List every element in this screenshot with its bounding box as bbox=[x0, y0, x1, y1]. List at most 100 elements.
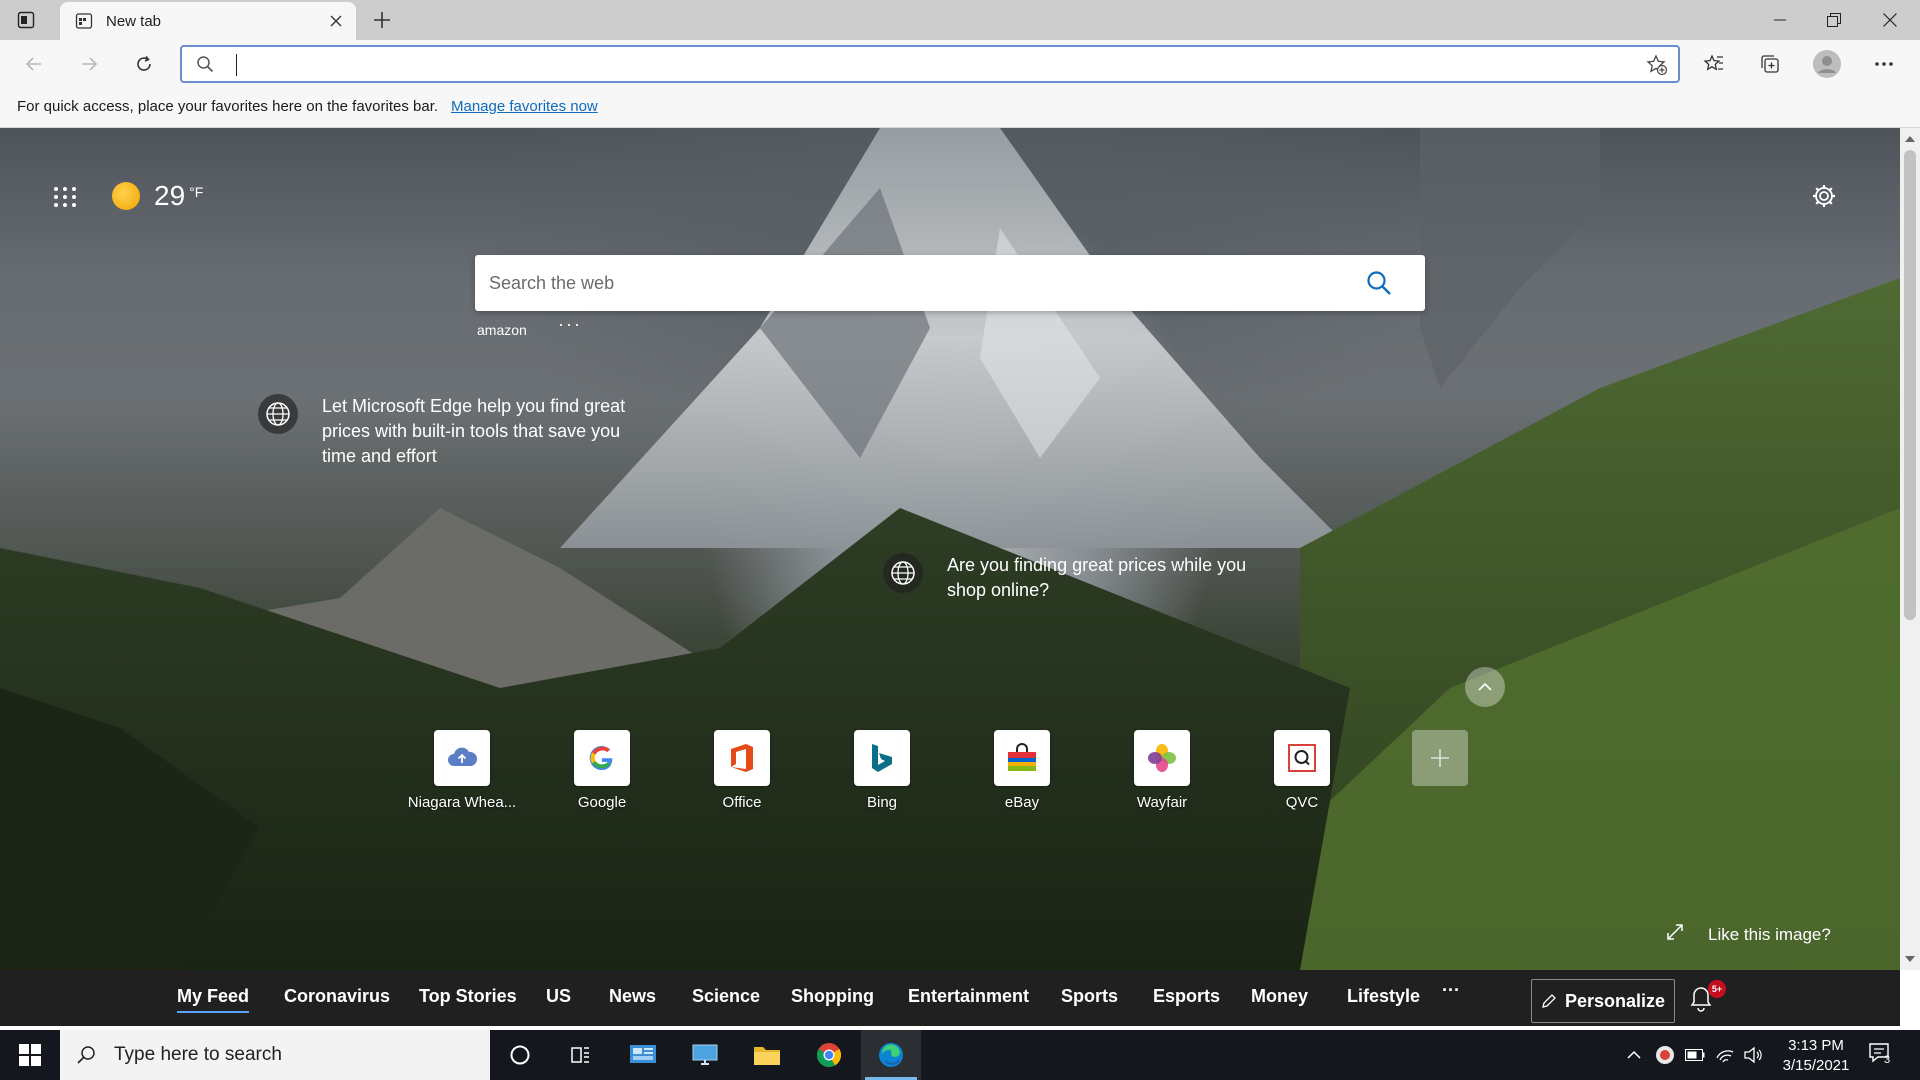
action-center-icon[interactable]: 3 bbox=[1868, 1042, 1898, 1068]
personalize-button[interactable]: Personalize bbox=[1531, 979, 1675, 1023]
quick-link-name: Google bbox=[577, 794, 627, 811]
quick-link-tile[interactable]: eBay bbox=[967, 730, 1077, 811]
feed-tab-coronavirus[interactable]: Coronavirus bbox=[284, 986, 390, 1007]
apps-launcher-icon[interactable] bbox=[50, 182, 80, 212]
taskbar-search-box[interactable]: Type here to search bbox=[60, 1030, 490, 1080]
web-search-box[interactable] bbox=[475, 255, 1425, 311]
page-scrollbar[interactable] bbox=[1900, 128, 1920, 970]
web-search-magnifier-icon[interactable] bbox=[1365, 269, 1393, 302]
feed-tab-entertainment[interactable]: Entertainment bbox=[908, 986, 1029, 1007]
tab-title: New tab bbox=[106, 12, 162, 30]
web-search-input[interactable] bbox=[489, 269, 1289, 297]
temperature-value: 29 bbox=[154, 180, 186, 211]
file-explorer-icon[interactable] bbox=[737, 1030, 797, 1080]
collapse-chevron-up-icon[interactable] bbox=[1465, 667, 1505, 707]
feed-tab-top-stories[interactable]: Top Stories bbox=[419, 986, 517, 1007]
taskbar-search-icon bbox=[77, 1046, 95, 1064]
add-favorite-star-icon[interactable] bbox=[1646, 54, 1668, 81]
manage-favorites-link[interactable]: Manage favorites now bbox=[451, 98, 598, 115]
wifi-icon[interactable] bbox=[1714, 1044, 1736, 1066]
qvc-icon bbox=[1274, 730, 1330, 786]
profile-avatar-icon[interactable] bbox=[1811, 48, 1843, 80]
tab-new-tab[interactable]: New tab bbox=[60, 2, 356, 40]
page-settings-gear-icon[interactable] bbox=[1808, 180, 1840, 212]
ebay-icon bbox=[994, 730, 1050, 786]
like-this-image-button[interactable]: Like this image? bbox=[1666, 923, 1831, 946]
globe-icon bbox=[258, 394, 298, 434]
edge-icon[interactable] bbox=[861, 1030, 921, 1080]
tray-app-icon[interactable] bbox=[1654, 1044, 1676, 1066]
feed-tab-science[interactable]: Science bbox=[692, 986, 760, 1007]
battery-icon[interactable] bbox=[1684, 1044, 1706, 1066]
chrome-icon[interactable] bbox=[799, 1030, 859, 1080]
scroll-up-arrow-icon[interactable] bbox=[1905, 136, 1915, 142]
scroll-down-arrow-icon[interactable] bbox=[1905, 956, 1915, 962]
sunny-weather-icon bbox=[112, 182, 140, 210]
feed-tab-money[interactable]: Money bbox=[1251, 986, 1308, 1007]
new-tab-plus-icon[interactable] bbox=[368, 6, 396, 34]
action-center-count: 3 bbox=[1884, 1054, 1891, 1066]
quick-link-tile[interactable]: Office bbox=[687, 730, 797, 811]
windows-start-icon[interactable] bbox=[0, 1030, 60, 1080]
back-arrow-icon[interactable] bbox=[18, 48, 50, 80]
cloud-icon bbox=[434, 730, 490, 786]
quick-link-tile[interactable]: Google bbox=[547, 730, 657, 811]
feed-tab-news[interactable]: News bbox=[609, 986, 656, 1007]
show-hidden-icons-chevron-icon[interactable] bbox=[1623, 1044, 1645, 1066]
windows-taskbar: Type here to search 3:13 PM 3/15/2021 3 bbox=[0, 1030, 1920, 1080]
taskbar-search-placeholder: Type here to search bbox=[114, 1044, 282, 1065]
feed-tab-lifestyle[interactable]: Lifestyle bbox=[1347, 986, 1420, 1007]
favorites-icon[interactable] bbox=[1698, 48, 1730, 80]
add-plus-icon bbox=[1412, 730, 1468, 786]
feed-tab-sports[interactable]: Sports bbox=[1061, 986, 1118, 1007]
collections-icon[interactable] bbox=[1754, 48, 1786, 80]
cortana-icon[interactable] bbox=[490, 1030, 550, 1080]
quick-link-name: eBay bbox=[1004, 794, 1040, 811]
quick-link-name: QVC bbox=[1285, 794, 1319, 811]
restore-icon[interactable] bbox=[1806, 0, 1862, 40]
task-view-icon[interactable] bbox=[550, 1030, 610, 1080]
trending-more-button[interactable]: ··· bbox=[558, 314, 582, 335]
globe-icon bbox=[883, 553, 923, 593]
feed-navigation-bar: My Feed Coronavirus Top Stories US News … bbox=[0, 970, 1900, 1026]
settings-more-icon[interactable] bbox=[1868, 48, 1900, 80]
expand-arrows-icon[interactable] bbox=[1666, 923, 1684, 946]
add-quick-link-tile[interactable] bbox=[1385, 730, 1495, 786]
wayfair-icon bbox=[1134, 730, 1190, 786]
quick-link-tile[interactable]: Bing bbox=[827, 730, 937, 811]
close-window-icon[interactable] bbox=[1862, 0, 1918, 40]
notification-badge: 5+ bbox=[1708, 980, 1726, 998]
remote-desktop-app-icon[interactable] bbox=[675, 1030, 735, 1080]
trending-search-amazon[interactable]: amazon bbox=[477, 322, 527, 338]
quick-link-tile[interactable]: QVC bbox=[1247, 730, 1357, 811]
quick-link-name: Office bbox=[722, 794, 762, 811]
feed-tab-esports[interactable]: Esports bbox=[1153, 986, 1220, 1007]
bing-icon bbox=[854, 730, 910, 786]
shopping-question-card[interactable]: Are you finding great prices while you s… bbox=[883, 553, 1273, 603]
notifications-bell-icon[interactable]: 5+ bbox=[1688, 980, 1726, 1014]
close-tab-icon[interactable] bbox=[322, 7, 350, 35]
shopping-promo-card[interactable]: Let Microsoft Edge help you find great p… bbox=[258, 394, 628, 469]
feed-more-button[interactable]: ··· bbox=[1442, 980, 1460, 1001]
minimize-icon[interactable] bbox=[1752, 0, 1808, 40]
address-input[interactable] bbox=[234, 53, 1584, 75]
taskbar-clock[interactable]: 3:13 PM 3/15/2021 bbox=[1766, 1036, 1866, 1076]
volume-icon[interactable] bbox=[1742, 1044, 1764, 1066]
quick-link-name: Niagara Whea... bbox=[407, 794, 517, 811]
weather-widget[interactable]: 29 °F bbox=[112, 180, 203, 212]
address-bar[interactable] bbox=[180, 45, 1680, 83]
scrollbar-thumb[interactable] bbox=[1904, 150, 1916, 620]
feed-tab-us[interactable]: US bbox=[546, 986, 571, 1007]
refresh-icon[interactable] bbox=[128, 48, 160, 80]
quick-link-tile[interactable]: Wayfair bbox=[1107, 730, 1217, 811]
google-icon bbox=[574, 730, 630, 786]
tab-actions-icon[interactable] bbox=[14, 8, 38, 32]
clock-date: 3/15/2021 bbox=[1782, 1057, 1850, 1074]
quick-link-tile[interactable]: Niagara Whea... bbox=[407, 730, 517, 811]
feed-tab-shopping[interactable]: Shopping bbox=[791, 986, 874, 1007]
temperature-unit: °F bbox=[189, 184, 204, 200]
feed-tab-my-feed[interactable]: My Feed bbox=[177, 986, 250, 1013]
control-panel-app-icon[interactable] bbox=[613, 1030, 673, 1080]
quick-links: Niagara Whea... Google Office Bing eBay bbox=[0, 730, 1900, 820]
forward-arrow-icon[interactable] bbox=[73, 48, 105, 80]
